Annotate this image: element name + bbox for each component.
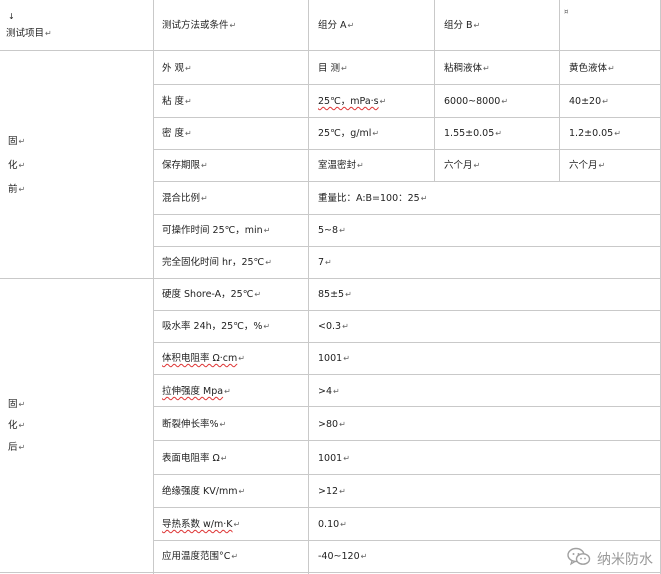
- row-value: 重量比：A:B=100：25↵: [318, 193, 428, 204]
- table-divider: [153, 540, 661, 541]
- row-value-a: 6000~8000↵: [444, 96, 509, 107]
- section-before-char: 前↵: [8, 184, 26, 195]
- row-name: 导热系数 w/m·K↵: [162, 519, 241, 530]
- row-value: 7↵: [318, 257, 332, 268]
- row-value: <0.3↵: [318, 321, 349, 332]
- table-divider: [153, 342, 661, 343]
- row-name: 绝缘强度 KV/mm↵: [162, 486, 246, 497]
- header-method: 测试方法或条件↵: [162, 20, 237, 31]
- row-value-b: 六个月↵: [569, 160, 606, 171]
- row-value: >80↵: [318, 419, 346, 430]
- row-value: >4↵: [318, 386, 340, 397]
- watermark: 纳米防水: [567, 547, 653, 571]
- table-divider: [0, 50, 661, 51]
- row-value-a: 六个月↵: [444, 160, 481, 171]
- header-arrow: ↓: [8, 12, 15, 21]
- table-divider: [0, 572, 661, 573]
- table-divider: [559, 0, 560, 181]
- row-name: 粘 度↵: [162, 96, 192, 107]
- row-value-a: 1.55±0.05↵: [444, 128, 502, 139]
- row-name: 硬度 Shore-A，25℃↵: [162, 289, 262, 300]
- table-divider: [153, 149, 661, 150]
- row-name: 表面电阻率 Ω↵: [162, 453, 228, 464]
- table-divider: [153, 181, 661, 182]
- table-divider: [153, 84, 661, 85]
- table-divider: [0, 278, 661, 279]
- row-value: 0.10↵: [318, 519, 347, 530]
- table-divider: [153, 474, 661, 475]
- header-comp-a: 组分 A↵: [318, 20, 355, 31]
- table-divider: [153, 117, 661, 118]
- row-name: 断裂伸长率%↵: [162, 419, 227, 430]
- row-name: 可操作时间 25℃，min↵: [162, 225, 271, 236]
- table-divider: [153, 507, 661, 508]
- table-divider: [153, 406, 661, 407]
- row-value: 1001↵: [318, 353, 350, 364]
- watermark-text: 纳米防水: [597, 552, 653, 568]
- header-comp-b: 组分 B↵: [444, 20, 481, 31]
- row-value-b: 40±20↵: [569, 96, 609, 107]
- table-divider: [308, 0, 309, 574]
- cell-end-mark: ¤: [564, 8, 569, 16]
- row-name: 应用温度范围°C↵: [162, 551, 239, 562]
- row-name: 完全固化时间 hr，25℃↵: [162, 257, 272, 268]
- row-method: 室温密封↵: [318, 160, 364, 171]
- row-value: 85±5↵: [318, 289, 352, 300]
- section-before-char: 固↵: [8, 136, 26, 147]
- table-divider: [153, 246, 661, 247]
- row-value: -40~120↵: [318, 551, 368, 562]
- table-divider: [153, 214, 661, 215]
- header-item: 测试项目↵: [6, 28, 52, 39]
- table-divider: [153, 440, 661, 441]
- row-value-b: 黄色液体↵: [569, 63, 615, 74]
- section-after-char: 化↵: [8, 420, 26, 431]
- row-method: 25℃，mPa·s↵: [318, 96, 387, 107]
- table-divider: [153, 374, 661, 375]
- section-before-char: 化↵: [8, 160, 26, 171]
- spec-table: ↓ 测试项目↵ 测试方法或条件↵ 组分 A↵ 组分 B↵ ¤ 固↵ 化↵ 前↵ …: [0, 0, 661, 574]
- row-name: 混合比例↵: [162, 193, 208, 204]
- section-after-char: 固↵: [8, 399, 26, 410]
- row-name: 保存期限↵: [162, 160, 208, 171]
- table-divider: [434, 0, 435, 181]
- row-method: 目 测↵: [318, 63, 348, 74]
- row-value-a: 粘稠液体↵: [444, 63, 490, 74]
- row-method: 25℃，g/ml↵: [318, 128, 380, 139]
- row-value: 1001↵: [318, 453, 350, 464]
- section-after-char: 后↵: [8, 442, 26, 453]
- row-name: 密 度↵: [162, 128, 192, 139]
- wechat-icon: [567, 547, 591, 571]
- table-divider: [153, 310, 661, 311]
- table-divider: [153, 0, 154, 574]
- row-value-b: 1.2±0.05↵: [569, 128, 621, 139]
- row-name: 外 观↵: [162, 63, 192, 74]
- row-name: 拉伸强度 Mpa↵: [162, 386, 231, 397]
- row-value: >12↵: [318, 486, 346, 497]
- row-value: 5~8↵: [318, 225, 346, 236]
- row-name: 体积电阻率 Ω·cm↵: [162, 353, 245, 364]
- row-name: 吸水率 24h，25℃，%↵: [162, 321, 271, 332]
